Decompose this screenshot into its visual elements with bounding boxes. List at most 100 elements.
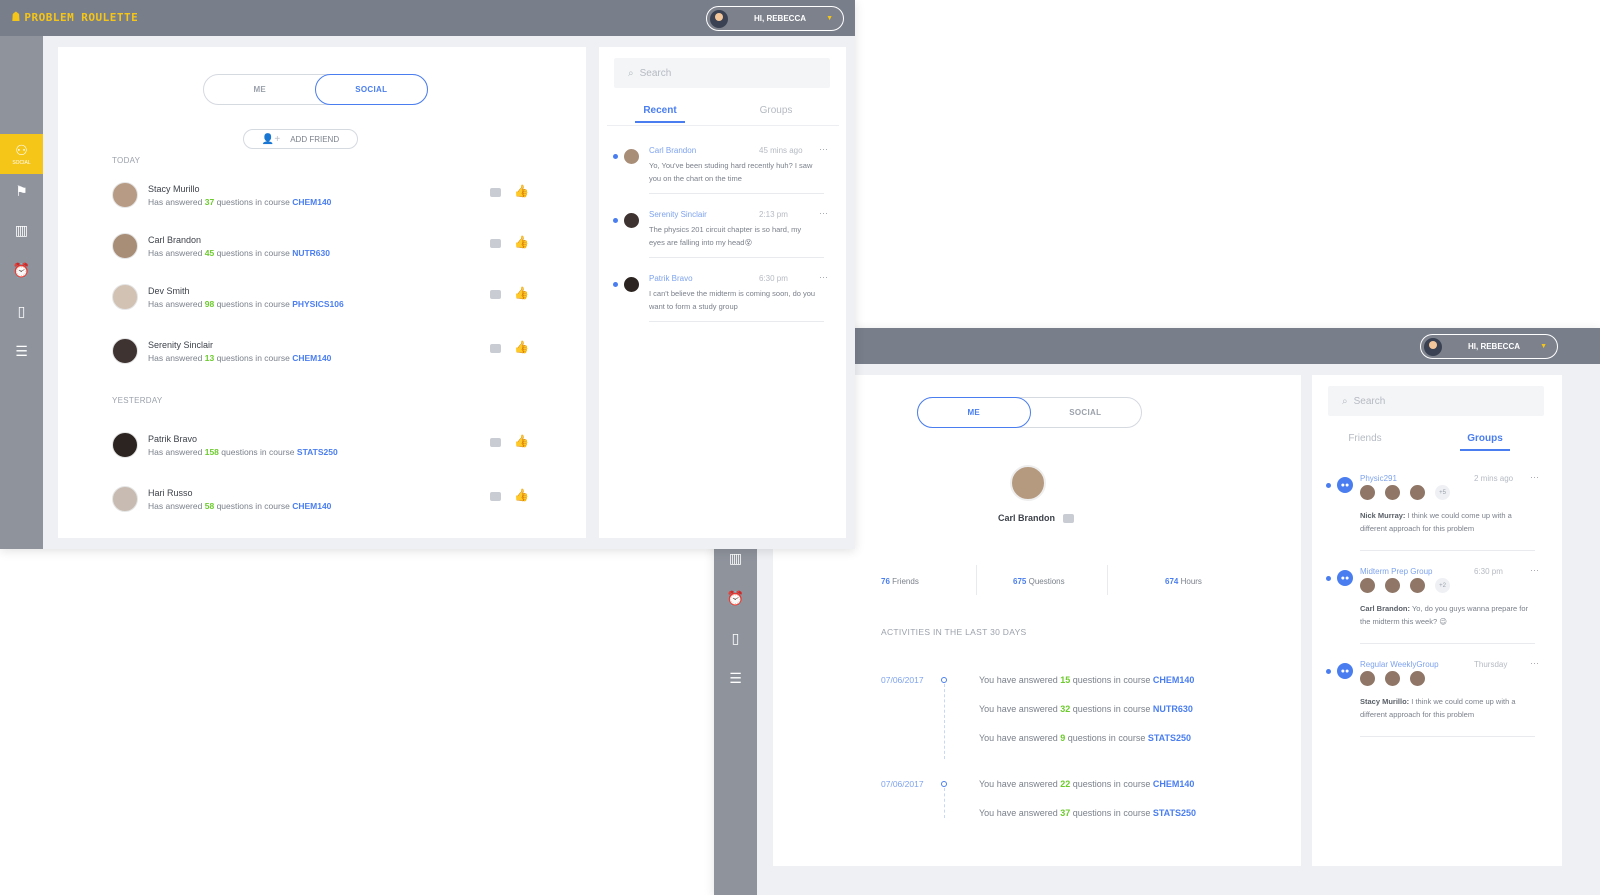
chat-icon[interactable]: [490, 438, 501, 447]
avatar[interactable]: [112, 486, 138, 512]
add-friend-button[interactable]: 👤+ ADD FRIEND: [243, 129, 358, 149]
message-sender: Carl Brandon: [649, 146, 697, 155]
group-time: 2 mins ago: [1474, 474, 1514, 483]
activity-item: You have answered 32 questions in course…: [979, 704, 1193, 714]
app-logo[interactable]: ☗ PROBLEM ROULETTE: [12, 10, 138, 25]
sliders-icon: ☰: [15, 342, 28, 359]
friend-name[interactable]: Stacy Murillo: [148, 184, 200, 194]
more-icon[interactable]: ···: [819, 272, 828, 282]
nav-social[interactable]: ⚇ SOCIAL: [0, 134, 43, 174]
group-message: Nick Murray: I think we could come up wi…: [1360, 511, 1512, 533]
group-time: 6:30 pm: [1474, 567, 1503, 576]
activity-item: You have answered 22 questions in course…: [979, 779, 1195, 789]
message-time: 6:30 pm: [759, 274, 788, 283]
thumbs-up-icon[interactable]: 👍: [514, 286, 529, 300]
divider: [1360, 550, 1535, 551]
tab-social[interactable]: SOCIAL: [1030, 398, 1142, 427]
sliders-icon: ☰: [729, 669, 742, 686]
search-input[interactable]: ⌕ Search: [614, 58, 830, 88]
nav-social-label: SOCIAL: [12, 160, 31, 166]
tab-groups[interactable]: Groups: [751, 105, 801, 123]
chat-icon[interactable]: [490, 344, 501, 353]
more-icon[interactable]: ···: [1530, 565, 1539, 575]
tab-me[interactable]: ME: [204, 75, 316, 104]
alarm-icon: ⏰: [726, 589, 745, 606]
logo-text: PROBLEM ROULETTE: [24, 11, 139, 24]
thumbs-up-icon[interactable]: 👍: [514, 184, 529, 198]
nav-settings[interactable]: ☰: [714, 658, 757, 698]
user-greeting: HI, REBECCA: [1468, 342, 1521, 351]
nav-cards[interactable]: ▯: [0, 291, 43, 331]
social-sidebar: ⚇ SOCIAL ⚑ ▥ ⏰ ▯ ☰: [0, 36, 43, 549]
stat-hours[interactable]: 674 Hours: [1165, 577, 1202, 586]
unread-dot: [613, 218, 618, 223]
nav-leaderboard[interactable]: ▥: [0, 210, 43, 250]
section-yesterday: YESTERDAY: [112, 396, 163, 405]
friend-name[interactable]: Serenity Sinclair: [148, 340, 213, 350]
view-toggle: ME SOCIAL: [203, 74, 428, 105]
avatar[interactable]: [112, 233, 138, 259]
avatar[interactable]: [112, 432, 138, 458]
more-icon[interactable]: ···: [819, 208, 828, 218]
chat-tabs: Recent Groups: [635, 105, 801, 123]
people-icon: ⚇: [15, 142, 28, 158]
message-text: Yo, You've been studing hard recently hu…: [649, 161, 813, 183]
more-icon[interactable]: ···: [1530, 658, 1539, 668]
nav-bookmarks[interactable]: ⚑: [0, 171, 43, 211]
user-menu[interactable]: HI, REBECCA ▼: [1420, 334, 1558, 359]
nav-cards[interactable]: ▯: [714, 618, 757, 658]
chat-panel: ⌕ Search Recent Groups Carl Brandon 45 m…: [599, 47, 846, 538]
friend-name[interactable]: Dev Smith: [148, 286, 190, 296]
tab-friends[interactable]: Friends: [1340, 433, 1390, 451]
avatar: [1424, 337, 1442, 356]
avatar[interactable]: [112, 284, 138, 310]
avatar[interactable]: [112, 338, 138, 364]
avatar: [624, 213, 639, 228]
tab-me[interactable]: ME: [917, 397, 1031, 428]
social-topbar: ☗ PROBLEM ROULETTE HI, REBECCA ▼: [0, 0, 855, 36]
friend-name[interactable]: Hari Russo: [148, 488, 193, 498]
chat-icon[interactable]: [1063, 514, 1074, 523]
groups-panel: ⌕ Search Friends Groups ●● Physic291 2 m…: [1312, 375, 1562, 866]
chat-icon[interactable]: [490, 290, 501, 299]
nav-settings[interactable]: ☰: [0, 331, 43, 371]
chat-icon[interactable]: [490, 239, 501, 248]
group-icon: ●●: [1337, 570, 1353, 586]
tab-recent[interactable]: Recent: [635, 105, 685, 123]
tab-social[interactable]: SOCIAL: [314, 74, 428, 105]
group-time: Thursday: [1474, 660, 1508, 669]
ghost-icon: ☗: [12, 10, 21, 25]
chat-icon[interactable]: [490, 188, 501, 197]
feed-row: Dev Smith Has answered 98 questions in c…: [112, 282, 532, 314]
avatar[interactable]: [112, 182, 138, 208]
nav-timer[interactable]: ⏰: [0, 250, 43, 290]
stat-questions[interactable]: 675 Questions: [1013, 577, 1065, 586]
activity-item: You have answered 15 questions in course…: [979, 675, 1195, 685]
divider: [649, 257, 824, 258]
thumbs-up-icon[interactable]: 👍: [514, 488, 529, 502]
search-input[interactable]: ⌕ Search: [1328, 386, 1544, 416]
nav-timer[interactable]: ⏰: [714, 578, 757, 618]
thumbs-up-icon[interactable]: 👍: [514, 235, 529, 249]
feed-description: Has answered 58 questions in course CHEM…: [148, 501, 332, 511]
tab-groups[interactable]: Groups: [1460, 433, 1510, 451]
thumbs-up-icon[interactable]: 👍: [514, 340, 529, 354]
search-icon: ⌕: [1342, 395, 1348, 407]
friend-name[interactable]: Patrik Bravo: [148, 434, 197, 444]
stat-friends[interactable]: 76 Friends: [881, 577, 919, 586]
user-menu[interactable]: HI, REBECCA ▼: [706, 6, 844, 31]
feed-description: Has answered 158 questions in course STA…: [148, 447, 338, 457]
more-icon[interactable]: ···: [1530, 472, 1539, 482]
feed-description: Has answered 98 questions in course PHYS…: [148, 299, 344, 309]
alarm-icon: ⏰: [12, 261, 31, 278]
friend-name[interactable]: Carl Brandon: [148, 235, 201, 245]
divider: [1360, 736, 1535, 737]
thumbs-up-icon[interactable]: 👍: [514, 434, 529, 448]
chat-icon[interactable]: [490, 492, 501, 501]
social-view-window: ☗ PROBLEM ROULETTE HI, REBECCA ▼ ⚇ SOCIA…: [0, 0, 855, 549]
more-icon[interactable]: ···: [819, 144, 828, 154]
avatar: [710, 9, 728, 28]
view-toggle: ME SOCIAL: [917, 397, 1142, 428]
timeline-line: [944, 788, 945, 818]
timeline-line: [944, 684, 945, 759]
